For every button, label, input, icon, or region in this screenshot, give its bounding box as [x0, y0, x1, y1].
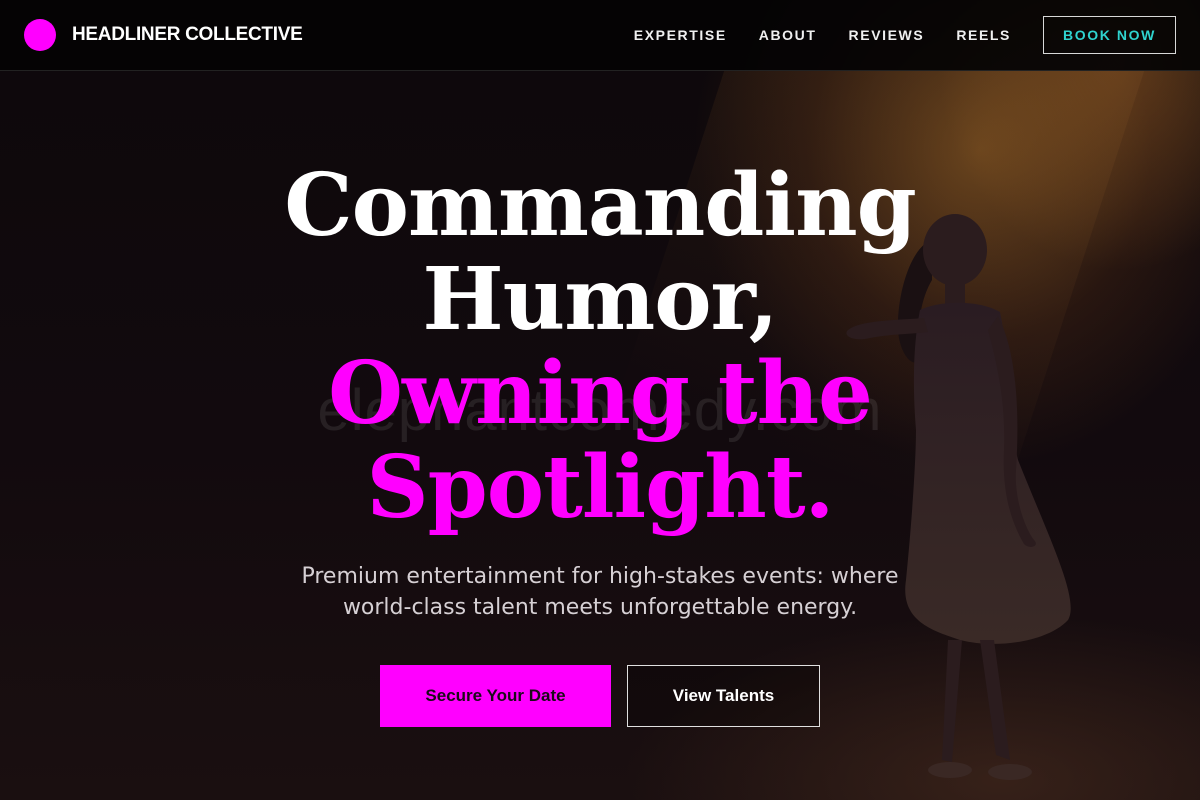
view-talents-button[interactable]: View Talents	[627, 665, 820, 727]
hero-cta-row: Secure Your Date View Talents	[380, 665, 820, 727]
nav-link-about[interactable]: ABOUT	[759, 27, 817, 43]
headline-line-1: Commanding	[284, 155, 917, 256]
nav-link-expertise[interactable]: EXPERTISE	[634, 27, 727, 43]
headline-line-2: Humor,	[422, 249, 778, 350]
logo-circle-icon	[24, 19, 56, 51]
landing-page: HEADLINER COLLECTIVE EXPERTISE ABOUT REV…	[0, 0, 1200, 800]
main-nav: EXPERTISE ABOUT REVIEWS REELS BOOK NOW	[634, 16, 1176, 54]
headline-line-4: Spotlight.	[366, 437, 835, 538]
brand[interactable]: HEADLINER COLLECTIVE	[24, 19, 303, 51]
hero-headline: Commanding Humor, Owning the Spotlight.	[200, 159, 1000, 535]
hero-section: elephantcomedy.com Commanding Humor, Own…	[0, 71, 1200, 800]
hero-subtitle: Premium entertainment for high-stakes ev…	[301, 564, 899, 620]
site-header: HEADLINER COLLECTIVE EXPERTISE ABOUT REV…	[0, 0, 1200, 71]
book-now-button[interactable]: BOOK NOW	[1043, 16, 1176, 54]
brand-name: HEADLINER COLLECTIVE	[72, 24, 303, 45]
nav-link-reels[interactable]: REELS	[956, 27, 1011, 43]
headline-line-3: Owning the	[328, 343, 873, 444]
nav-link-reviews[interactable]: REVIEWS	[849, 27, 925, 43]
secure-your-date-button[interactable]: Secure Your Date	[380, 665, 611, 727]
